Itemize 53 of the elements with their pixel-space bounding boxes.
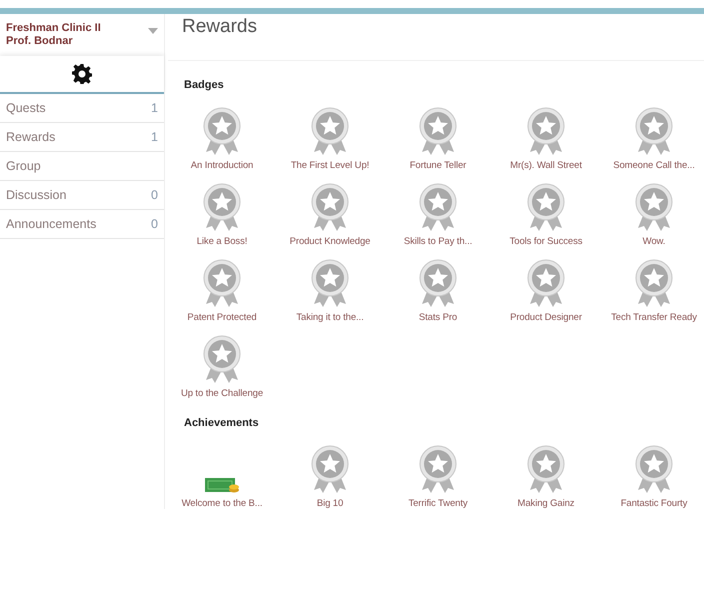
reward-label[interactable]: Fantastic Fourty: [620, 498, 688, 509]
reward-label[interactable]: Someone Call the...: [613, 160, 695, 171]
medal-icon: [418, 445, 458, 495]
reward-label[interactable]: Welcome to the B...: [182, 498, 262, 509]
medal-icon: [202, 335, 242, 385]
nav-item[interactable]: Group: [0, 152, 164, 181]
medal-icon: [526, 183, 566, 233]
medal-icon: [634, 107, 674, 157]
section-title: Achievements: [183, 416, 260, 429]
medal-icon: [202, 183, 242, 233]
medal-icon: [526, 259, 566, 309]
medal-icon: [634, 259, 674, 309]
page-title: Rewards: [168, 14, 704, 61]
medal-icon: [310, 107, 350, 157]
settings-icon[interactable]: [72, 64, 92, 84]
reward-label[interactable]: Product Knowledge: [290, 236, 370, 247]
nav-item[interactable]: Announcements 0: [0, 210, 164, 239]
reward-label[interactable]: Mr(s). Wall Street: [510, 160, 582, 171]
reward-label[interactable]: Product Designer: [510, 312, 582, 323]
reward-label[interactable]: Terrific Twenty: [408, 498, 468, 509]
reward-label[interactable]: Skills to Pay th...: [404, 236, 472, 247]
nav-item[interactable]: Quests 1: [0, 94, 164, 123]
medal-icon: [310, 259, 350, 309]
medal-icon: [202, 259, 242, 309]
medal-icon: [202, 107, 242, 157]
medal-icon: [310, 445, 350, 495]
reward-label[interactable]: Stats Pro: [418, 312, 458, 323]
reward-label[interactable]: Up to the Challenge: [180, 388, 264, 399]
reward-label[interactable]: The First Level Up!: [290, 160, 370, 171]
reward-label[interactable]: Patent Protected: [187, 312, 257, 323]
reward-label[interactable]: Wow.: [642, 236, 666, 247]
reward-label[interactable]: Tools for Success: [510, 236, 582, 247]
reward-label[interactable]: Tech Transfer Ready: [611, 312, 697, 323]
reward-label[interactable]: Taking it to the...: [296, 312, 364, 323]
medal-icon: [526, 107, 566, 157]
section-title: Badges: [183, 78, 225, 91]
reward-label[interactable]: Like a Boss!: [196, 236, 248, 247]
medal-icon: [418, 259, 458, 309]
instructor-name: Prof. Bodnar: [6, 35, 74, 48]
medal-icon: [634, 445, 674, 495]
medal-icon: [418, 107, 458, 157]
nav-item[interactable]: Rewards 1: [0, 123, 164, 152]
course-name: Freshman Clinic II: [6, 22, 101, 35]
medal-icon: [418, 183, 458, 233]
reward-label[interactable]: Big 10: [316, 498, 344, 509]
medal-icon: [526, 445, 566, 495]
reward-label[interactable]: Making Gainz: [518, 498, 574, 509]
medal-icon: [310, 183, 350, 233]
nav-item[interactable]: Discussion 0: [0, 181, 164, 210]
reward-label[interactable]: An Introduction: [190, 160, 254, 171]
money-icon: [205, 477, 239, 495]
medal-icon: [634, 183, 674, 233]
reward-label[interactable]: Fortune Teller: [410, 160, 466, 171]
